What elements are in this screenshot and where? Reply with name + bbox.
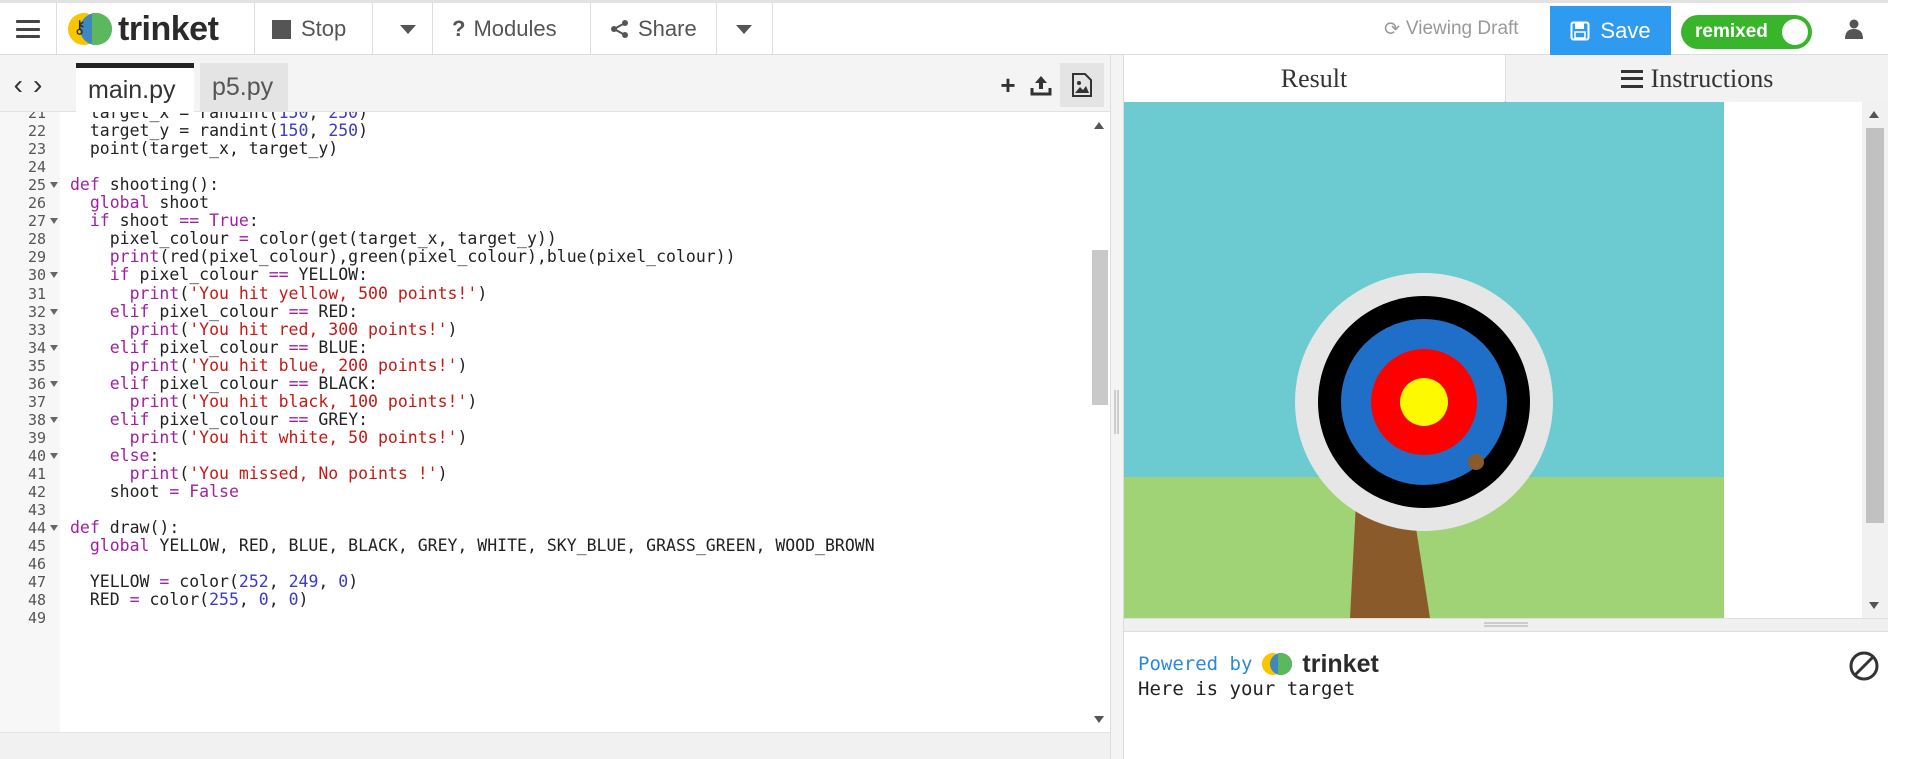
- splitter-grip[interactable]: [1114, 390, 1119, 434]
- editor-scroll-thumb[interactable]: [1092, 250, 1108, 405]
- powered-by-trinket[interactable]: Powered by trinket: [1138, 650, 1379, 678]
- tab-instructions[interactable]: Instructions: [1505, 55, 1888, 102]
- toggle-knob: [1782, 19, 1808, 45]
- remixed-label: remixed: [1695, 21, 1768, 42]
- chevron-left-icon[interactable]: ‹: [14, 69, 23, 100]
- user-icon: [1845, 19, 1863, 39]
- file-nav-arrows: ‹ ›: [0, 69, 56, 100]
- question-icon: ?: [452, 16, 466, 41]
- share-button[interactable]: Share: [610, 3, 697, 55]
- trinket-logo-icon: ⚷: [68, 13, 112, 45]
- user-menu-button[interactable]: [1832, 3, 1876, 55]
- code-editor[interactable]: 21 target_x = randint(150, 250) 22 target…: [0, 112, 1100, 732]
- run-options-button[interactable]: [386, 3, 430, 55]
- share-icon: [611, 20, 628, 38]
- modules-button[interactable]: ? Modules: [452, 3, 557, 55]
- image-library-button[interactable]: [1060, 63, 1104, 107]
- menu-button[interactable]: [0, 3, 56, 55]
- trinket-mini-logo-icon: [1262, 653, 1293, 675]
- refresh-icon: ⟳: [1384, 18, 1400, 40]
- list-icon: [1620, 69, 1643, 88]
- line-number: 49: [27, 609, 46, 628]
- fold-arrow-icon[interactable]: [50, 452, 58, 459]
- save-button[interactable]: Save: [1550, 6, 1671, 55]
- tab-main-py[interactable]: main.py: [76, 63, 194, 112]
- console-splitter-grip[interactable]: [1484, 622, 1528, 627]
- chevron-down-icon: [400, 24, 416, 34]
- fold-arrow-icon[interactable]: [50, 272, 58, 279]
- target-hit-marker: [1468, 454, 1484, 470]
- trinket-logo[interactable]: ⚷ trinket: [68, 3, 219, 55]
- target-bullseye: [1400, 378, 1448, 426]
- floppy-disk-icon: [1570, 21, 1590, 40]
- code-line[interactable]: 49: [0, 607, 1090, 629]
- result-scroll-up-arrow[interactable]: [1869, 111, 1879, 118]
- powered-brand: trinket: [1302, 649, 1379, 678]
- scroll-down-arrow[interactable]: [1094, 716, 1104, 723]
- sketch-canvas[interactable]: [1124, 102, 1864, 618]
- stop-icon: [272, 19, 291, 39]
- share-label: Share: [638, 16, 697, 41]
- tab-result[interactable]: Result: [1124, 55, 1504, 102]
- viewing-draft-label: Viewing Draft: [1405, 18, 1519, 39]
- top-toolbar: ⚷ trinket Stop ? Modules Share ⟳ Viewing…: [0, 0, 1908, 55]
- powered-by-label: Powered by: [1138, 653, 1253, 675]
- result-scroll-down-arrow[interactable]: [1869, 602, 1879, 609]
- scroll-up-arrow[interactable]: [1094, 122, 1104, 129]
- fold-arrow-icon[interactable]: [50, 308, 58, 315]
- fold-arrow-icon[interactable]: [50, 182, 58, 189]
- viewing-draft-link[interactable]: ⟳ Viewing Draft: [1384, 3, 1519, 55]
- archery-target: [1295, 273, 1553, 618]
- tab-p5-py[interactable]: p5.py: [200, 63, 288, 112]
- image-file-icon: [1072, 73, 1092, 97]
- fold-arrow-icon[interactable]: [50, 344, 58, 351]
- instructions-label: Instructions: [1650, 63, 1774, 93]
- chevron-right-icon[interactable]: ›: [33, 69, 42, 100]
- editor-scrollbar[interactable]: [1088, 112, 1110, 732]
- add-file-icon[interactable]: +: [994, 69, 1022, 101]
- upload-icon[interactable]: [1026, 69, 1056, 101]
- chevron-down-icon: [736, 24, 752, 34]
- editor-tab-bar: ‹ › main.py p5.py +: [0, 55, 1116, 112]
- clear-console-icon[interactable]: [1848, 650, 1880, 682]
- fold-arrow-icon[interactable]: [50, 416, 58, 423]
- modules-label: Modules: [473, 16, 557, 41]
- fold-arrow-icon[interactable]: [50, 525, 58, 532]
- stop-label: Stop: [301, 16, 347, 41]
- fold-arrow-icon[interactable]: [50, 218, 58, 225]
- window-right-edge: [1888, 0, 1908, 759]
- output-console: Powered by trinket Here is your target: [1124, 632, 1888, 759]
- result-scroll-thumb[interactable]: [1866, 128, 1884, 523]
- save-label: Save: [1600, 17, 1651, 43]
- share-options-button[interactable]: [722, 3, 766, 55]
- hamburger-icon: [16, 20, 40, 38]
- editor-status-strip: [0, 732, 1116, 759]
- fold-arrow-icon[interactable]: [50, 380, 58, 387]
- result-tab-bar: Result Instructions: [1124, 55, 1888, 102]
- remixed-toggle[interactable]: remixed: [1681, 15, 1812, 49]
- stop-button[interactable]: Stop: [272, 3, 346, 55]
- console-output-text: Here is your target: [1138, 678, 1356, 700]
- brand-name: trinket: [118, 9, 219, 48]
